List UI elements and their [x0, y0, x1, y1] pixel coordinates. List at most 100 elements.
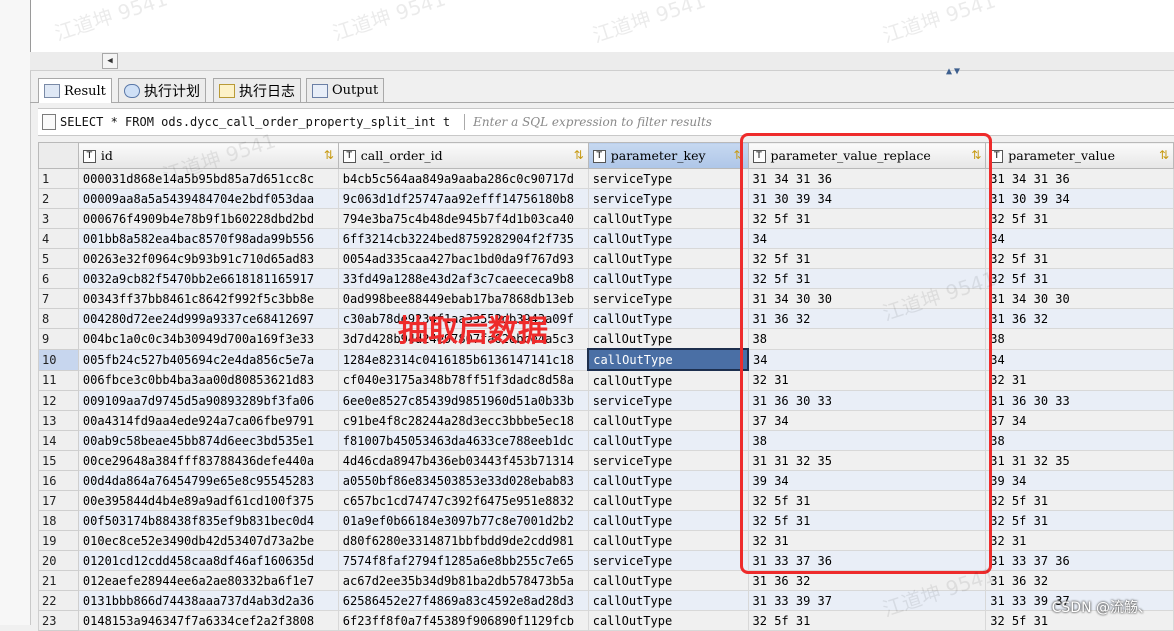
parameter-key-cell[interactable]: serviceType	[587, 168, 749, 189]
parameter-value-replace-cell[interactable]: 32 31	[747, 369, 987, 391]
sort-icon[interactable]: ⇅	[324, 148, 334, 162]
table-row[interactable]: 12 009109aa7d9745d5a90893289bf3fa06 6ee0e8…	[38, 390, 1174, 411]
editor-horizontal-scrollbar[interactable]: ◀	[30, 52, 1174, 71]
table-row[interactable]: 4 001bb8a582ea4bac8570f98ada99b556 6ff3214…	[38, 228, 1174, 249]
call-order-id-cell[interactable]: a0550bf86e834503853e33d028ebab83	[337, 470, 589, 491]
parameter-value-replace-cell[interactable]: 32 5f 31	[747, 208, 987, 229]
parameter-key-cell[interactable]: callOutType	[587, 308, 749, 329]
parameter-key-cell[interactable]: callOutType	[587, 490, 749, 511]
parameter-value-cell[interactable]: 32 5f 31	[985, 268, 1174, 289]
id-cell[interactable]: 00e395844d4b4e89a9adf61cd100f375	[77, 490, 339, 511]
parameter-value-replace-cell[interactable]: 31 36 30 33	[747, 390, 987, 411]
id-cell[interactable]: 00263e32f0964c9b93b91c710d65ad83	[77, 248, 339, 269]
id-cell[interactable]: 010ec8ce52e3490db42d53407d73a2be	[77, 530, 339, 551]
parameter-key-cell[interactable]: callOutType	[587, 328, 749, 350]
sort-icon[interactable]: ⇅	[1159, 148, 1169, 162]
table-row[interactable]: 13 00a4314fd9aa4ede924a7ca06fbe9791 c91be4…	[38, 410, 1174, 431]
table-row[interactable]: 14 00ab9c58beae45bb874d6eec3bd535e1 f81007…	[38, 430, 1174, 451]
call-order-id-cell[interactable]: 33fd49a1288e43d2af3c7caeececa9b8	[337, 268, 589, 289]
call-order-id-cell[interactable]: c657bc1cd74747c392f6475e951e8832	[337, 490, 589, 511]
call-order-id-cell[interactable]: 6ff3214cb3224bed8759282904f2f735	[337, 228, 589, 249]
parameter-value-replace-cell[interactable]: 32 5f 31	[747, 490, 987, 511]
parameter-key-cell[interactable]: callOutType	[587, 248, 749, 269]
call-order-id-cell[interactable]: 6f23ff8f0a7f45389f906890f1129fcb	[337, 610, 589, 631]
parameter-key-cell[interactable]: callOutType	[587, 610, 749, 631]
id-cell[interactable]: 0131bbb866d74438aaa737d4ab3d2a36	[77, 590, 339, 611]
table-row[interactable]: 3 000676f4909b4e78b9f1b60228dbd2bd 794e3ba…	[38, 208, 1174, 229]
sort-icon[interactable]: ⇅	[733, 148, 743, 162]
parameter-value-cell[interactable]: 31 36 32	[985, 570, 1174, 591]
call-order-id-cell[interactable]: 6ee0e8527c85439d9851960d51a0b33b	[337, 390, 589, 411]
parameter-key-cell[interactable]: callOutType	[587, 410, 749, 431]
table-row[interactable]: 20 01201cd12cdd458caa8df46af160635d 7574f8…	[38, 550, 1174, 571]
tab-output[interactable]: Output	[306, 78, 385, 102]
call-order-id-cell[interactable]: 794e3ba75c4b48de945b7f4d1b03ca40	[337, 208, 589, 229]
column-header-call-order-id[interactable]: Tcall_order_id ⇅	[337, 142, 589, 169]
parameter-key-cell[interactable]: callOutType	[587, 430, 749, 451]
call-order-id-cell[interactable]: 1284e82314c0416185b6136147141c18	[337, 348, 589, 371]
table-row[interactable]: 16 00d4da864a76454799e65e8c95545283 a0550b…	[38, 470, 1174, 491]
sql-query-text[interactable]: SELECT * FROM ods.dycc_call_order_proper…	[60, 115, 450, 129]
parameter-key-cell[interactable]: serviceType	[587, 288, 749, 309]
parameter-value-cell[interactable]: 32 5f 31	[985, 510, 1174, 531]
parameter-value-cell[interactable]: 32 5f 31	[985, 248, 1174, 269]
parameter-value-cell[interactable]: 38	[985, 430, 1174, 451]
parameter-value-cell[interactable]: 32 31	[985, 530, 1174, 551]
call-order-id-cell[interactable]: 9c063d1df25747aa92efff14756180b8	[337, 188, 589, 209]
id-cell[interactable]: 01201cd12cdd458caa8df46af160635d	[77, 550, 339, 571]
call-order-id-cell[interactable]: c91be4f8c28244a28d3ecc3bbbe5ec18	[337, 410, 589, 431]
table-row[interactable]: 2 00009aa8a5a5439484704e2bdf053daa 9c063d1…	[38, 188, 1174, 209]
id-cell[interactable]: 00ab9c58beae45bb874d6eec3bd535e1	[77, 430, 339, 451]
parameter-key-cell[interactable]: callOutType	[587, 208, 749, 229]
parameter-key-cell[interactable]: callOutType	[587, 268, 749, 289]
parameter-value-cell[interactable]: 31 33 37 36	[985, 550, 1174, 571]
parameter-value-replace-cell[interactable]: 34	[747, 348, 987, 371]
parameter-key-cell[interactable]: callOutType	[587, 228, 749, 249]
parameter-key-cell[interactable]: callOutType	[587, 590, 749, 611]
id-cell[interactable]: 005fb24c527b405694c2e4da856c5e7a	[77, 348, 339, 371]
parameter-key-cell[interactable]: callOutType	[587, 530, 749, 551]
parameter-key-cell[interactable]: callOutType	[587, 348, 750, 371]
id-cell[interactable]: 00f503174b88438f835ef9b831bec0d4	[77, 510, 339, 531]
parameter-value-cell[interactable]: 32 5f 31	[985, 208, 1174, 229]
parameter-key-cell[interactable]: callOutType	[587, 369, 749, 391]
id-cell[interactable]: 00d4da864a76454799e65e8c95545283	[77, 470, 339, 491]
call-order-id-cell[interactable]: 7574f8faf2794f1285a6e8bb255c7e65	[337, 550, 589, 571]
table-row[interactable]: 6 0032a9cb82f5470bb2e6618181165917 33fd49a…	[38, 268, 1174, 289]
call-order-id-cell[interactable]: 62586452e27f4869a83c4592e8ad28d3	[337, 590, 589, 611]
parameter-key-cell[interactable]: callOutType	[587, 470, 749, 491]
parameter-value-replace-cell[interactable]: 31 33 39 37	[747, 590, 987, 611]
id-cell[interactable]: 0032a9cb82f5470bb2e6618181165917	[77, 268, 339, 289]
parameter-key-cell[interactable]: serviceType	[587, 188, 749, 209]
column-header-parameter-key[interactable]: Tparameter_key ⇅	[587, 142, 749, 169]
parameter-value-cell[interactable]: 37 34	[985, 410, 1174, 431]
parameter-value-cell[interactable]: 31 36 30 33	[985, 390, 1174, 411]
table-row[interactable]: 23 0148153a946347f7a6334cef2a2f3808 6f23ff…	[38, 610, 1174, 631]
tab-execution-plan[interactable]: 执行计划	[118, 78, 206, 102]
parameter-value-replace-cell[interactable]: 32 31	[747, 530, 987, 551]
parameter-value-cell[interactable]: 31 34 30 30	[985, 288, 1174, 309]
call-order-id-cell[interactable]: d80f6280e3314871bbfbdd9de2cdd981	[337, 530, 589, 551]
parameter-value-cell[interactable]: 38	[985, 328, 1174, 350]
parameter-value-cell[interactable]: 31 36 32	[985, 308, 1174, 329]
parameter-value-replace-cell[interactable]: 31 30 39 34	[747, 188, 987, 209]
parameter-value-replace-cell[interactable]: 31 31 32 35	[747, 450, 987, 471]
parameter-value-cell[interactable]: 32 5f 31	[985, 490, 1174, 511]
parameter-key-cell[interactable]: serviceType	[587, 450, 749, 471]
parameter-value-replace-cell[interactable]: 32 5f 31	[747, 610, 987, 631]
id-cell[interactable]: 004280d72ee24d999a9337ce68412697	[77, 308, 339, 329]
tab-result[interactable]: Result	[38, 78, 112, 103]
parameter-value-replace-cell[interactable]: 32 5f 31	[747, 268, 987, 289]
parameter-value-cell[interactable]: 34	[985, 348, 1174, 371]
parameter-value-replace-cell[interactable]: 34	[747, 228, 987, 249]
parameter-value-replace-cell[interactable]: 31 34 31 36	[747, 168, 987, 189]
parameter-value-replace-cell[interactable]: 37 34	[747, 410, 987, 431]
filter-input[interactable]: Enter a SQL expression to filter results	[473, 115, 712, 129]
table-row[interactable]: 18 00f503174b88438f835ef9b831bec0d4 01a9ef…	[38, 510, 1174, 531]
parameter-value-replace-cell[interactable]: 32 5f 31	[747, 248, 987, 269]
id-cell[interactable]: 000031d868e14a5b95bd85a7d651cc8c	[77, 168, 339, 189]
id-cell[interactable]: 00a4314fd9aa4ede924a7ca06fbe9791	[77, 410, 339, 431]
id-cell[interactable]: 009109aa7d9745d5a90893289bf3fa06	[77, 390, 339, 411]
parameter-value-replace-cell[interactable]: 31 36 32	[747, 308, 987, 329]
parameter-value-cell[interactable]: 31 31 32 35	[985, 450, 1174, 471]
